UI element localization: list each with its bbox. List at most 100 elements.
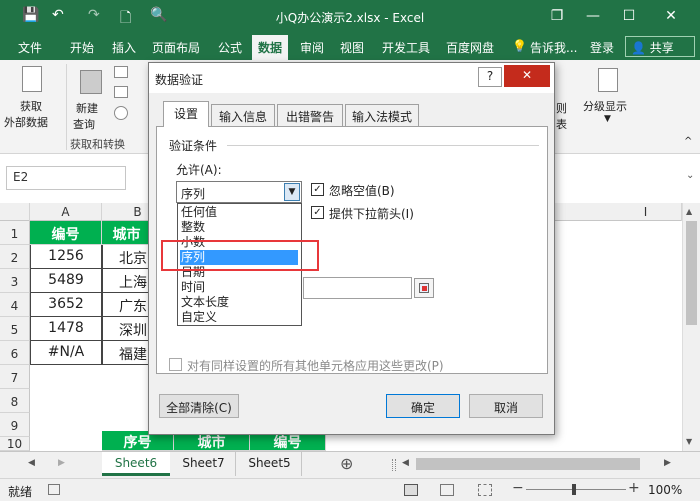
macro-record-icon[interactable]	[48, 484, 60, 495]
cell-b6[interactable]: 福建	[102, 341, 152, 365]
zoom-in-button[interactable]: +	[628, 480, 640, 496]
row-header[interactable]: 10	[0, 437, 30, 451]
apply-all-checkbox[interactable]	[169, 358, 182, 371]
from-table-icon[interactable]	[114, 86, 128, 98]
zoom-slider-track[interactable]	[526, 489, 626, 490]
sign-in-link[interactable]: 登录	[590, 39, 614, 56]
cell-a4[interactable]: 3652	[30, 293, 102, 317]
row-header[interactable]: 8	[0, 389, 30, 413]
chevron-down-icon[interactable]: ▼	[604, 114, 611, 124]
page-break-view-icon[interactable]	[478, 484, 492, 496]
chevron-down-icon[interactable]: ▼	[284, 183, 300, 201]
title-bar: 💾 ↶ ↷ 🗋 🔍 小Q办公演示2.xlsx - Excel ❐ — ☐ ✕	[0, 0, 700, 33]
ribbon-display-icon[interactable]: ❐	[542, 4, 572, 28]
hscroll-left-icon[interactable]: ◀	[402, 458, 409, 468]
allow-dropdown[interactable]: 序列 ▼	[176, 181, 302, 203]
sheet-tab-sheet6[interactable]: Sheet6	[102, 452, 170, 476]
option-text-length[interactable]: 文本长度	[180, 295, 298, 310]
page-layout-view-icon[interactable]	[440, 484, 454, 496]
tab-page-layout[interactable]: 页面布局	[152, 39, 200, 56]
option-custom[interactable]: 自定义	[180, 310, 298, 325]
cell-a2[interactable]: 1256	[30, 245, 102, 269]
tab-input-message[interactable]: 输入信息	[211, 104, 275, 126]
tab-review[interactable]: 审阅	[300, 39, 324, 56]
row-header[interactable]: 9	[0, 413, 30, 437]
zoom-out-button[interactable]: −	[512, 480, 524, 496]
column-header-i[interactable]: I	[610, 203, 682, 221]
share-button[interactable]: 👤 共享	[625, 36, 695, 57]
tab-developer[interactable]: 开发工具	[382, 39, 430, 56]
option-any-value[interactable]: 任何值	[180, 205, 298, 220]
row-header[interactable]: 7	[0, 365, 30, 389]
select-all-corner[interactable]	[0, 203, 30, 221]
tab-home[interactable]: 开始	[70, 39, 94, 56]
cell-header-city[interactable]: 城市	[102, 221, 152, 245]
collapse-ribbon-icon[interactable]: ^	[684, 136, 692, 147]
maximize-button[interactable]: ☐	[614, 4, 644, 28]
help-button[interactable]: ?	[478, 67, 502, 87]
clear-all-button[interactable]: 全部清除(C)	[159, 394, 239, 418]
scroll-thumb[interactable]	[686, 221, 697, 325]
tab-baidu-netdisk[interactable]: 百度网盘	[446, 39, 494, 56]
row-header[interactable]: 1	[0, 221, 30, 245]
ok-button[interactable]: 确定	[386, 394, 460, 418]
cell-b2[interactable]: 北京	[102, 245, 152, 269]
dialog-title-bar[interactable]: 数据验证 ? ✕	[149, 63, 554, 93]
cell-a5[interactable]: 1478	[30, 317, 102, 341]
tab-data[interactable]: 数据	[252, 35, 289, 60]
outline-icon[interactable]	[598, 68, 618, 92]
cell-b5[interactable]: 深圳	[102, 317, 152, 341]
outline-label[interactable]: 分级显示	[583, 98, 627, 114]
tab-formulas[interactable]: 公式	[218, 39, 242, 56]
minimize-button[interactable]: —	[578, 4, 608, 28]
zoom-slider-thumb[interactable]	[572, 484, 576, 495]
row-header[interactable]: 6	[0, 341, 30, 365]
cell-b4[interactable]: 广东	[102, 293, 152, 317]
show-queries-icon[interactable]	[114, 66, 128, 78]
cancel-button[interactable]: 取消	[469, 394, 543, 418]
option-time[interactable]: 时间	[180, 280, 298, 295]
cell-a3[interactable]: 5489	[30, 269, 102, 293]
sheet-tab-sheet5[interactable]: Sheet5	[238, 452, 302, 476]
tab-file[interactable]: 文件	[18, 39, 42, 56]
scroll-up-icon[interactable]: ▲	[686, 207, 692, 216]
ribbon-divider	[66, 64, 67, 150]
row-header[interactable]: 2	[0, 245, 30, 269]
scroll-down-icon[interactable]: ▼	[686, 437, 692, 446]
option-whole-number[interactable]: 整数	[180, 220, 298, 235]
ignore-blank-checkbox[interactable]: ✓	[311, 183, 324, 196]
range-select-icon[interactable]	[414, 278, 434, 298]
close-button[interactable]: ✕	[656, 4, 686, 28]
recent-sources-icon[interactable]	[114, 106, 128, 120]
tell-me-search[interactable]: 告诉我...	[530, 39, 577, 56]
name-box[interactable]: E2	[6, 166, 126, 190]
expand-formula-icon[interactable]: ⌄	[686, 170, 694, 181]
tab-error-alert[interactable]: 出错警告	[277, 104, 343, 126]
cell-a6[interactable]: #N/A	[30, 341, 102, 365]
source-input[interactable]	[303, 277, 412, 299]
scroll-left-icon[interactable]: ◀	[28, 458, 35, 468]
horizontal-scroll-thumb[interactable]	[416, 458, 640, 470]
sheet-tab-sheet7[interactable]: Sheet7	[172, 452, 236, 476]
vertical-scrollbar[interactable]: ▲ ▼	[682, 203, 700, 451]
add-sheet-icon[interactable]: ⊕	[340, 454, 353, 473]
scroll-right-icon[interactable]: ▶	[58, 458, 65, 468]
tab-ime-mode[interactable]: 输入法模式	[345, 104, 419, 126]
row-header[interactable]: 4	[0, 293, 30, 317]
cell-b3[interactable]: 上海	[102, 269, 152, 293]
tab-view[interactable]: 视图	[340, 39, 364, 56]
tab-insert[interactable]: 插入	[112, 39, 136, 56]
row-header[interactable]: 3	[0, 269, 30, 293]
new-query-icon[interactable]	[80, 70, 102, 94]
row-header[interactable]: 5	[0, 317, 30, 341]
zoom-level[interactable]: 100%	[648, 483, 682, 497]
get-external-data-icon[interactable]	[22, 66, 42, 92]
tab-settings[interactable]: 设置	[163, 101, 209, 127]
normal-view-icon[interactable]	[404, 484, 418, 496]
hscroll-right-icon[interactable]: ▶	[664, 458, 671, 468]
column-header-a[interactable]: A	[30, 203, 102, 221]
tab-splitter[interactable]	[392, 459, 396, 471]
dialog-close-button[interactable]: ✕	[504, 65, 550, 87]
dropdown-arrow-checkbox[interactable]: ✓	[311, 206, 324, 219]
cell-header-id[interactable]: 编号	[30, 221, 102, 245]
